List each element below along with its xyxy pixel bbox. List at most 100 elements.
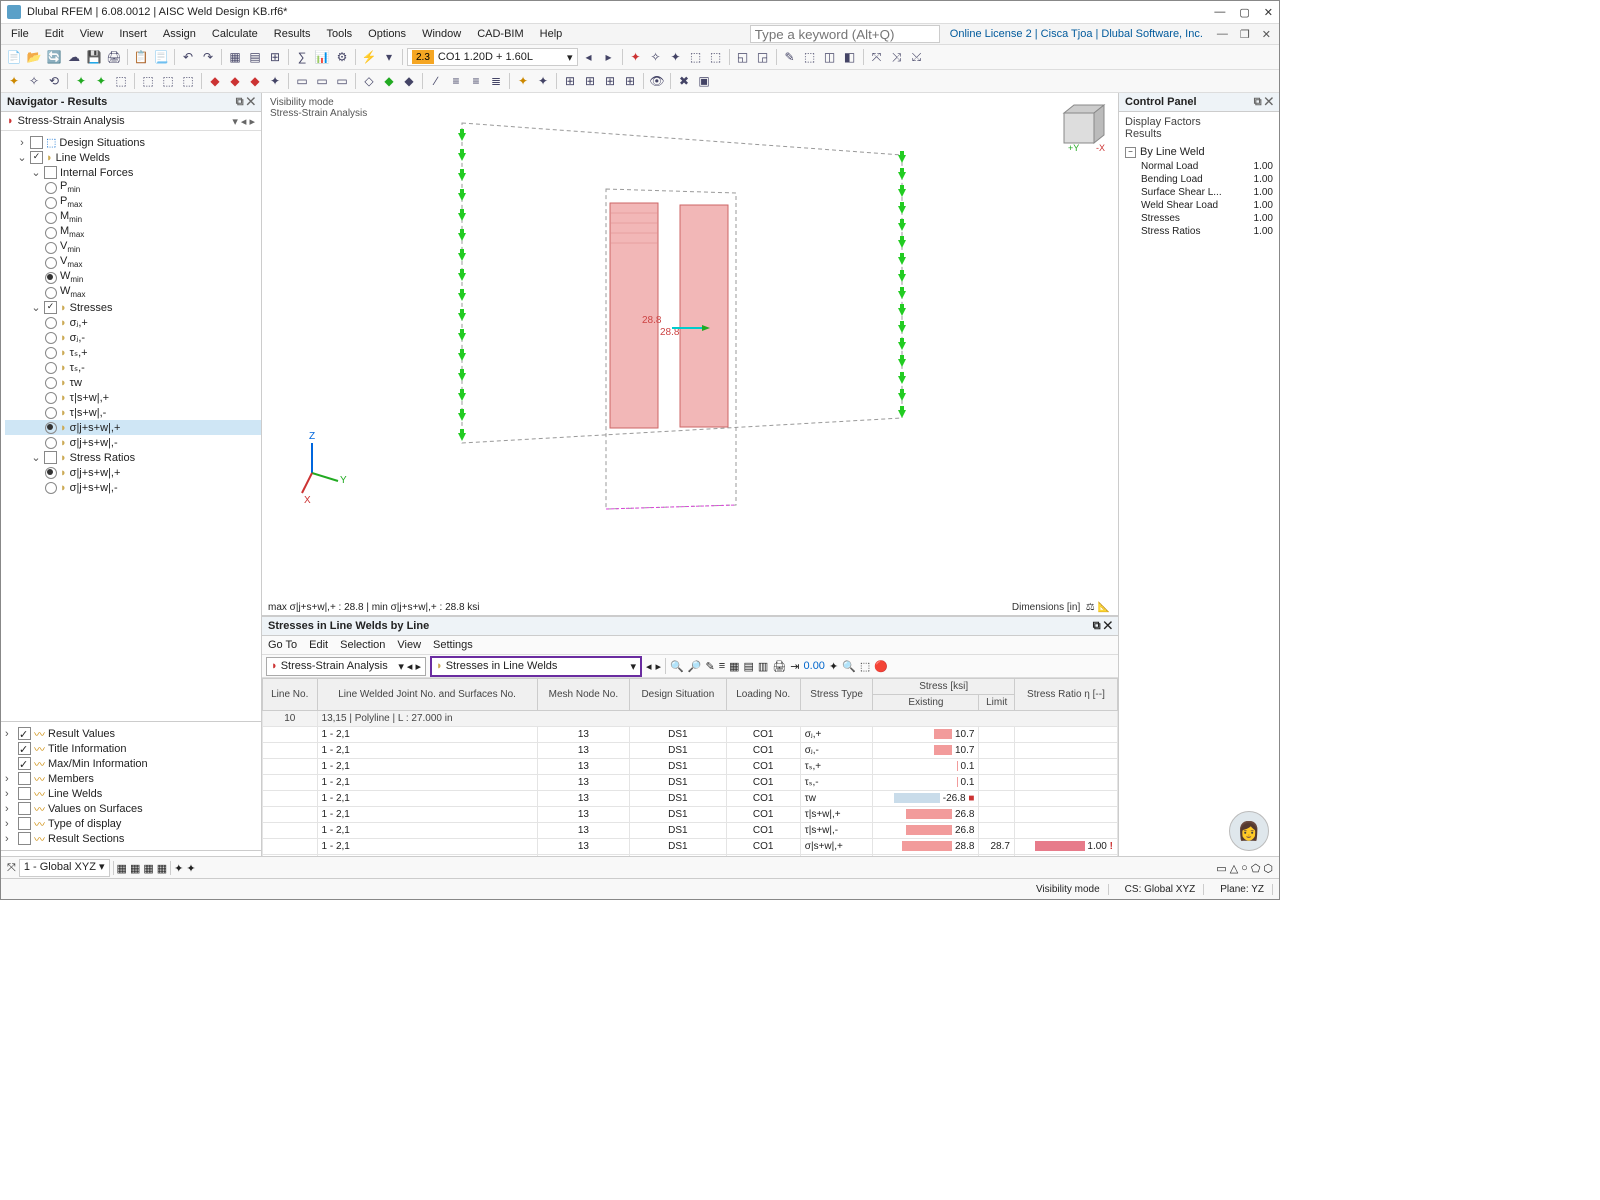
undo-icon[interactable]: ↶ [179,48,197,66]
table-combo-type[interactable]: ◗ Stresses in Line Welds▾ [430,656,642,677]
red-arrow-icon[interactable]: ✦ [627,48,645,66]
menu-cad-bim[interactable]: CAD-BIM [471,26,529,42]
axes-icon[interactable]: ⤧ [868,48,886,66]
child-minimize-icon[interactable]: — [1213,28,1232,40]
b13-icon[interactable]: ≡ [467,72,485,90]
menu-results[interactable]: Results [268,26,317,42]
b7-icon[interactable]: ✦ [266,72,284,90]
nav-bottom-tree[interactable]: ›✓〰Result Values✓〰Title Information✓〰Max… [1,721,261,850]
new-icon[interactable]: 📄 [5,48,23,66]
t4-icon[interactable]: ⬚ [707,48,725,66]
coord-combo[interactable]: 1 - Global XYZ ▾ [19,859,110,877]
tpi8-icon[interactable]: 🖨 [772,660,786,673]
b4-icon[interactable]: ⬚ [139,72,157,90]
cp-row[interactable]: Bending Load1.00 [1119,173,1279,186]
g1-icon[interactable]: ✦ [72,72,90,90]
xmark-icon[interactable]: ✖ [675,72,693,90]
b1-icon[interactable]: ✧ [25,72,43,90]
tpi5-icon[interactable]: ▦ [729,660,739,673]
tp-menu-edit[interactable]: Edit [309,639,328,651]
b9-icon[interactable]: ▭ [333,72,351,90]
t6-icon[interactable]: ◲ [754,48,772,66]
bt-shape4-icon[interactable]: ⬠ [1251,862,1261,875]
pin-icon[interactable]: ⧉ ✕ [236,96,255,109]
tpi2-icon[interactable]: 🔎 [688,660,702,673]
bt-shape5-icon[interactable]: ⬡ [1263,862,1273,875]
b17-icon[interactable]: ⊞ [601,72,619,90]
menu-window[interactable]: Window [416,26,467,42]
tpi3-icon[interactable]: ✎ [705,660,714,673]
bt4-icon[interactable]: ▦ [157,862,167,875]
cp-row[interactable]: Normal Load1.00 [1119,160,1279,173]
t3-icon[interactable]: ⬚ [687,48,705,66]
ruler-icon[interactable]: 📐 [1098,602,1110,613]
b8-icon[interactable]: ▭ [313,72,331,90]
cloud-icon[interactable]: ☁ [65,48,83,66]
cube-icon[interactable]: ◫ [821,48,839,66]
menu-insert[interactable]: Insert [113,26,153,42]
print-icon[interactable]: 🖨 [105,48,123,66]
b2-icon[interactable]: ⟲ [45,72,63,90]
tpi12-icon[interactable]: 🔍 [842,660,856,673]
t2-icon[interactable]: ✦ [667,48,685,66]
license-info[interactable]: Online License 2 | Cisca Tjoa | Dlubal S… [944,26,1209,42]
t5-icon[interactable]: ◱ [734,48,752,66]
child-close-icon[interactable]: ✕ [1258,28,1275,41]
star-icon[interactable]: ✦ [5,72,23,90]
grid-icon[interactable]: ⊞ [561,72,579,90]
child-restore-icon[interactable]: ❐ [1236,28,1254,41]
minimize-button[interactable]: — [1214,6,1225,19]
menu-tools[interactable]: Tools [320,26,358,42]
b16-icon[interactable]: ⊞ [581,72,599,90]
redo-icon[interactable]: ↷ [199,48,217,66]
b3-icon[interactable]: ⬚ [112,72,130,90]
prev-icon[interactable]: ◂ [580,48,598,66]
r2-icon[interactable]: ◆ [226,72,244,90]
menu-help[interactable]: Help [534,26,569,42]
cp-row[interactable]: Stresses1.00 [1119,212,1279,225]
tpi7-icon[interactable]: ▥ [758,660,768,673]
b15-icon[interactable]: ✦ [534,72,552,90]
tpi13-icon[interactable]: ⬚ [860,660,870,673]
b5-icon[interactable]: ⬚ [159,72,177,90]
menu-edit[interactable]: Edit [39,26,70,42]
results-grid[interactable]: Line No. Line Welded Joint No. and Surfa… [262,678,1118,856]
menu-calculate[interactable]: Calculate [206,26,264,42]
b18-icon[interactable]: ⊞ [621,72,639,90]
bt-shape3-icon[interactable]: ○ [1241,862,1248,874]
rect-icon[interactable]: ▭ [293,72,311,90]
viewport-3d[interactable]: Visibility mode Stress-Strain Analysis 2… [262,93,1118,616]
tp-next-icon[interactable]: ▸ [656,660,662,673]
view2-icon[interactable]: ▤ [246,48,264,66]
b11-icon[interactable]: ◆ [400,72,418,90]
tp-menu-settings[interactable]: Settings [433,639,473,651]
calc-icon[interactable]: ∑ [293,48,311,66]
tp-menu-selection[interactable]: Selection [340,639,385,651]
cp-group[interactable]: By Line Weld [1140,146,1205,158]
g3-icon[interactable]: ◆ [380,72,398,90]
table-combo-analysis[interactable]: ◗ Stress-Strain Analysis▾ ◂ ▸ [266,657,426,676]
bt1-icon[interactable]: ▦ [117,862,127,875]
t9-icon[interactable]: ◧ [841,48,859,66]
b10-icon[interactable]: ◇ [360,72,378,90]
tp-menu-view[interactable]: View [397,639,421,651]
t1-icon[interactable]: ✧ [647,48,665,66]
scale-icon[interactable]: ⚖ [1086,602,1095,613]
results-tree[interactable]: ›⬚Design Situations ⌄✓◗Line Welds ⌄Inter… [1,131,261,721]
y1-icon[interactable]: ✦ [514,72,532,90]
doc-icon[interactable]: 📃 [152,48,170,66]
close-button[interactable]: ✕ [1264,6,1273,19]
box-icon[interactable]: ▣ [695,72,713,90]
t11-icon[interactable]: ⤩ [908,48,926,66]
b6-icon[interactable]: ⬚ [179,72,197,90]
open-icon[interactable]: 📂 [25,48,43,66]
save-icon[interactable]: 💾 [85,48,103,66]
load-combo[interactable]: 2.3 CO1 1.20D + 1.60L ▾ [407,48,578,66]
search-input[interactable] [750,25,940,43]
tpi9-icon[interactable]: ⇥ [790,660,799,673]
tpi14-icon[interactable]: 🔴 [874,660,888,673]
menu-options[interactable]: Options [362,26,412,42]
tpi10-icon[interactable]: 0.00 [804,660,825,672]
tp-menu-go-to[interactable]: Go To [268,639,297,651]
line-icon[interactable]: ∕ [427,72,445,90]
